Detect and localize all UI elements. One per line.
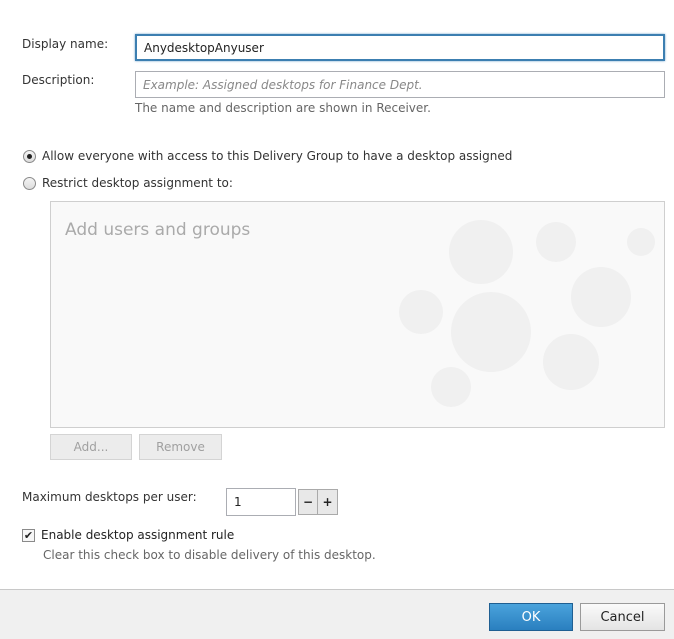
remove-button[interactable]: Remove xyxy=(139,434,222,460)
radio-restrict[interactable]: Restrict desktop assignment to: xyxy=(23,176,233,190)
users-placeholder: Add users and groups xyxy=(65,220,251,240)
decrement-button[interactable]: − xyxy=(298,489,318,515)
increment-button[interactable]: + xyxy=(317,489,338,515)
checkmark-icon: ✔ xyxy=(22,528,35,542)
description-label: Description: xyxy=(22,73,95,87)
display-name-value: AnydesktopAnyuser xyxy=(144,40,264,55)
display-name-input[interactable]: AnydesktopAnyuser xyxy=(135,34,665,61)
cancel-button[interactable]: Cancel xyxy=(580,603,665,631)
name-hint: The name and description are shown in Re… xyxy=(135,101,431,115)
max-desktops-input[interactable]: 1 xyxy=(226,488,296,516)
max-desktops-label: Maximum desktops per user: xyxy=(22,490,197,504)
radio-allow-label: Allow everyone with access to this Deliv… xyxy=(42,149,513,163)
users-list: Add users and groups xyxy=(50,201,665,428)
background-watermark-icon xyxy=(399,220,655,407)
display-name-label: Display name: xyxy=(22,37,109,51)
radio-restrict-label: Restrict desktop assignment to: xyxy=(42,176,233,190)
add-button[interactable]: Add... xyxy=(50,434,132,460)
radio-allow-everyone[interactable]: Allow everyone with access to this Deliv… xyxy=(23,149,512,163)
max-desktops-value: 1 xyxy=(234,495,242,509)
description-placeholder: Example: Assigned desktops for Finance D… xyxy=(143,77,423,92)
enable-rule-label: Enable desktop assignment rule xyxy=(41,528,235,542)
enable-rule-hint: Clear this check box to disable delivery… xyxy=(43,548,376,562)
description-input[interactable]: Example: Assigned desktops for Finance D… xyxy=(135,71,665,98)
radio-unselected-icon xyxy=(23,176,36,190)
ok-button[interactable]: OK xyxy=(489,603,573,631)
enable-rule-checkbox[interactable]: ✔ Enable desktop assignment rule xyxy=(22,528,234,542)
radio-selected-icon xyxy=(23,149,36,163)
